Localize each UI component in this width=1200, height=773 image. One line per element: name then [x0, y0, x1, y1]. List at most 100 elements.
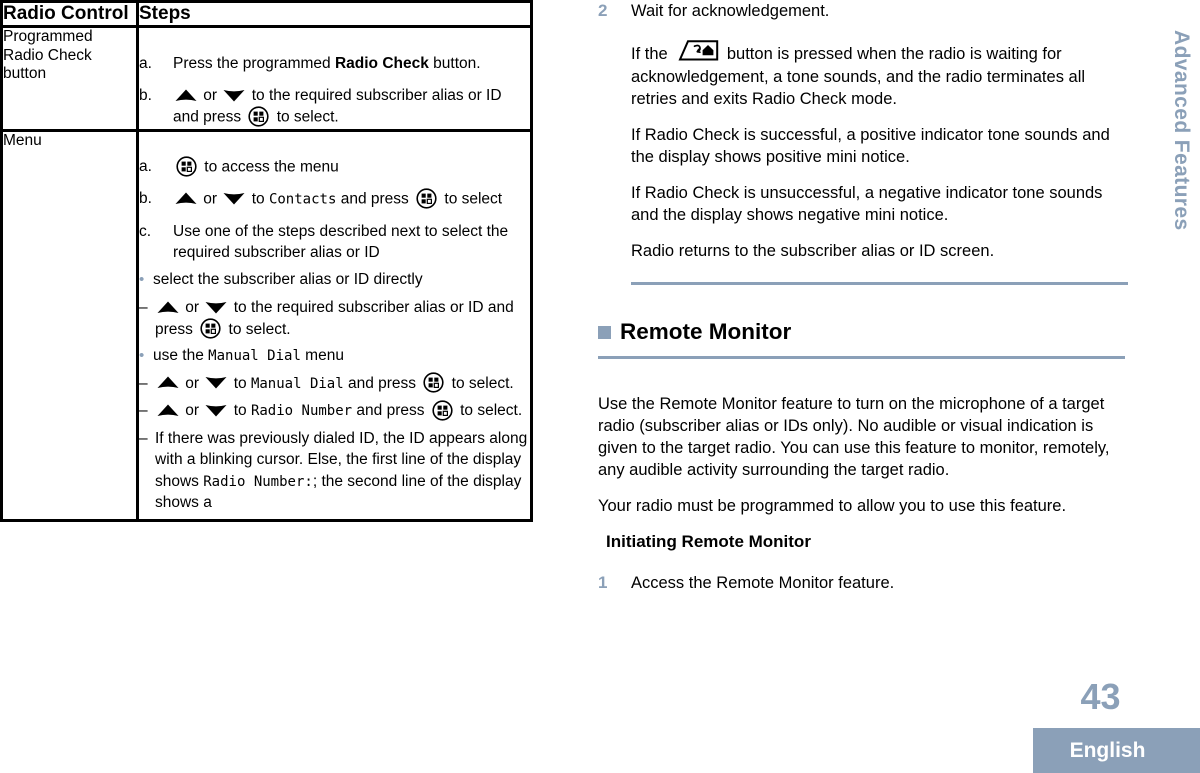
down-arrow-icon	[205, 376, 227, 389]
page-number: 43	[1080, 676, 1121, 717]
menu-icon	[248, 106, 269, 127]
dash-text: or to Radio Number and press to select.	[155, 400, 530, 421]
dash-marker: –	[139, 375, 148, 393]
side-tab: Advanced Features	[1162, 0, 1200, 320]
bullet-text-before: use the	[153, 347, 209, 365]
up-arrow-icon	[157, 376, 179, 389]
list-item: b. or to Contacts and press to select	[139, 188, 530, 211]
bullet-row: • select the subscriber alias or ID dire…	[139, 270, 530, 291]
display-text-manual-dial: Manual Dial	[208, 348, 301, 365]
numbered-step-2: 2 Wait for acknowledgement.	[598, 0, 1133, 23]
up-arrow-icon	[157, 404, 179, 417]
side-tab-label: Advanced Features	[1170, 30, 1193, 231]
step-text-mid-1: or	[199, 190, 222, 208]
paragraph-programming-note: Your radio must be programmed to allow y…	[598, 497, 1067, 515]
numbered-step-1: 1 Access the Remote Monitor feature.	[598, 572, 1133, 595]
list-item: • use the Manual Dial menu – or to Manua…	[139, 346, 530, 513]
document-page: Radio Control Steps Programmed Radio Che…	[0, 0, 1200, 773]
step-marker: b.	[139, 190, 152, 208]
page-footer: 43 English	[1033, 643, 1200, 773]
step-text-end: to select	[440, 190, 503, 208]
down-arrow-icon	[223, 192, 245, 205]
table-row: Menu a. to access the menu b. or to Cont…	[0, 128, 533, 523]
cell-steps-programmed-button: a. Press the programmed Radio Check butt…	[136, 25, 533, 132]
left-column: Radio Control Steps Programmed Radio Che…	[0, 0, 533, 773]
bullet-text: use the Manual Dial menu	[153, 346, 530, 367]
cell-control-programmed-button: Programmed Radio Check button	[0, 25, 139, 132]
table-header-row: Radio Control Steps	[0, 0, 533, 29]
right-column: 2 Wait for acknowledgement. If the butto…	[598, 0, 1133, 595]
step-marker: c.	[139, 222, 152, 240]
dash-text: If there was previously dialed ID, the I…	[155, 428, 530, 514]
list-item: a. Press the programmed Radio Check butt…	[139, 54, 530, 75]
up-arrow-icon	[157, 301, 179, 314]
table-row: Programmed Radio Check button a. Press t…	[0, 25, 533, 132]
section-heading-remote-monitor: Remote Monitor	[598, 319, 1133, 345]
bullet-dot-icon: •	[139, 347, 145, 365]
menu-icon	[423, 372, 444, 394]
display-text-manual-dial: Manual Dial	[250, 376, 344, 393]
down-arrow-icon	[205, 404, 227, 417]
menu-icon	[432, 400, 453, 421]
dash-text-mid-2: to	[229, 375, 251, 393]
menu-icon	[176, 155, 197, 177]
dash-text-end: to select.	[447, 375, 514, 393]
step-number: 1	[598, 573, 608, 593]
heading-square-icon	[598, 326, 611, 340]
list-item: • select the subscriber alias or ID dire…	[139, 270, 530, 340]
dash-text-mid-3: and press	[343, 375, 421, 393]
header-steps: Steps	[136, 0, 533, 29]
dash-text-end: to select.	[224, 320, 291, 338]
alpha-step-list: a. Press the programmed Radio Check butt…	[139, 54, 530, 128]
step-marker: a.	[139, 55, 152, 73]
step-text: to access the menu	[173, 155, 530, 179]
bullet-text-after: menu	[300, 347, 344, 365]
display-text-radio-number: Radio Number	[250, 403, 353, 420]
paragraph-success: If Radio Check is successful, a positive…	[631, 125, 1110, 166]
step-text-end: to access the menu	[200, 158, 339, 176]
dash-marker: –	[139, 299, 148, 317]
down-arrow-icon	[205, 301, 227, 314]
bullet-row: • use the Manual Dial menu	[139, 346, 530, 367]
list-item: a. to access the menu	[139, 155, 530, 179]
step-text: Use one of the steps described next to s…	[173, 222, 509, 261]
step-text-after: button.	[428, 55, 481, 73]
note-prefix: If the	[631, 44, 673, 63]
section-body: Use the Remote Monitor feature to turn o…	[598, 394, 1133, 518]
header-radio-control: Radio Control	[0, 0, 139, 29]
step-text-mid-3: and press	[336, 190, 414, 208]
dash-text-mid-1: or	[181, 402, 204, 420]
paragraph-remote-monitor-intro: Use the Remote Monitor feature to turn o…	[598, 395, 1110, 480]
step-text-mid-2: to	[247, 190, 269, 208]
alpha-step-list: a. to access the menu b. or to Contacts …	[139, 155, 530, 264]
paragraph-failure: If Radio Check is unsuccessful, a negati…	[631, 183, 1103, 224]
step-text-before: Press the programmed	[173, 55, 335, 73]
back-home-button-icon	[675, 39, 719, 64]
subsection-heading-initiating: Initiating Remote Monitor	[606, 531, 811, 551]
radio-check-bold: Radio Check	[334, 55, 429, 73]
dash-list: – or to Manual Dial and press to select.…	[139, 372, 530, 514]
cell-control-menu: Menu	[0, 128, 139, 523]
list-item: c. Use one of the steps described next t…	[139, 222, 530, 264]
dash-text-mid-2: to	[229, 402, 251, 420]
cell-steps-menu: a. to access the menu b. or to Contacts …	[136, 128, 533, 523]
menu-icon	[416, 188, 437, 209]
list-item: – or to Manual Dial and press to select.	[139, 372, 530, 394]
bullet-list: • select the subscriber alias or ID dire…	[139, 270, 530, 513]
dash-text: or to the required subscriber alias or I…	[155, 297, 530, 340]
menu-icon	[200, 318, 221, 339]
up-arrow-icon	[175, 192, 197, 205]
paragraph-return: Radio returns to the subscriber alias or…	[631, 241, 995, 260]
dash-text-end: to select.	[455, 402, 523, 420]
section-divider	[631, 281, 1128, 285]
step-text: Wait for acknowledgement.	[631, 2, 830, 20]
step-text: Press the programmed Radio Check button.	[173, 54, 530, 75]
dash-list: – or to the required subscriber alias or…	[139, 297, 530, 340]
dash-text-mid-1: or	[181, 299, 204, 317]
step-text: or to Contacts and press to select	[173, 188, 530, 211]
bullet-dot-icon: •	[139, 271, 145, 289]
dash-text: or to Manual Dial and press to select.	[155, 372, 530, 394]
list-item: – or to Radio Number and press to select…	[139, 400, 530, 421]
dash-marker: –	[139, 402, 148, 420]
down-arrow-icon	[223, 89, 245, 102]
